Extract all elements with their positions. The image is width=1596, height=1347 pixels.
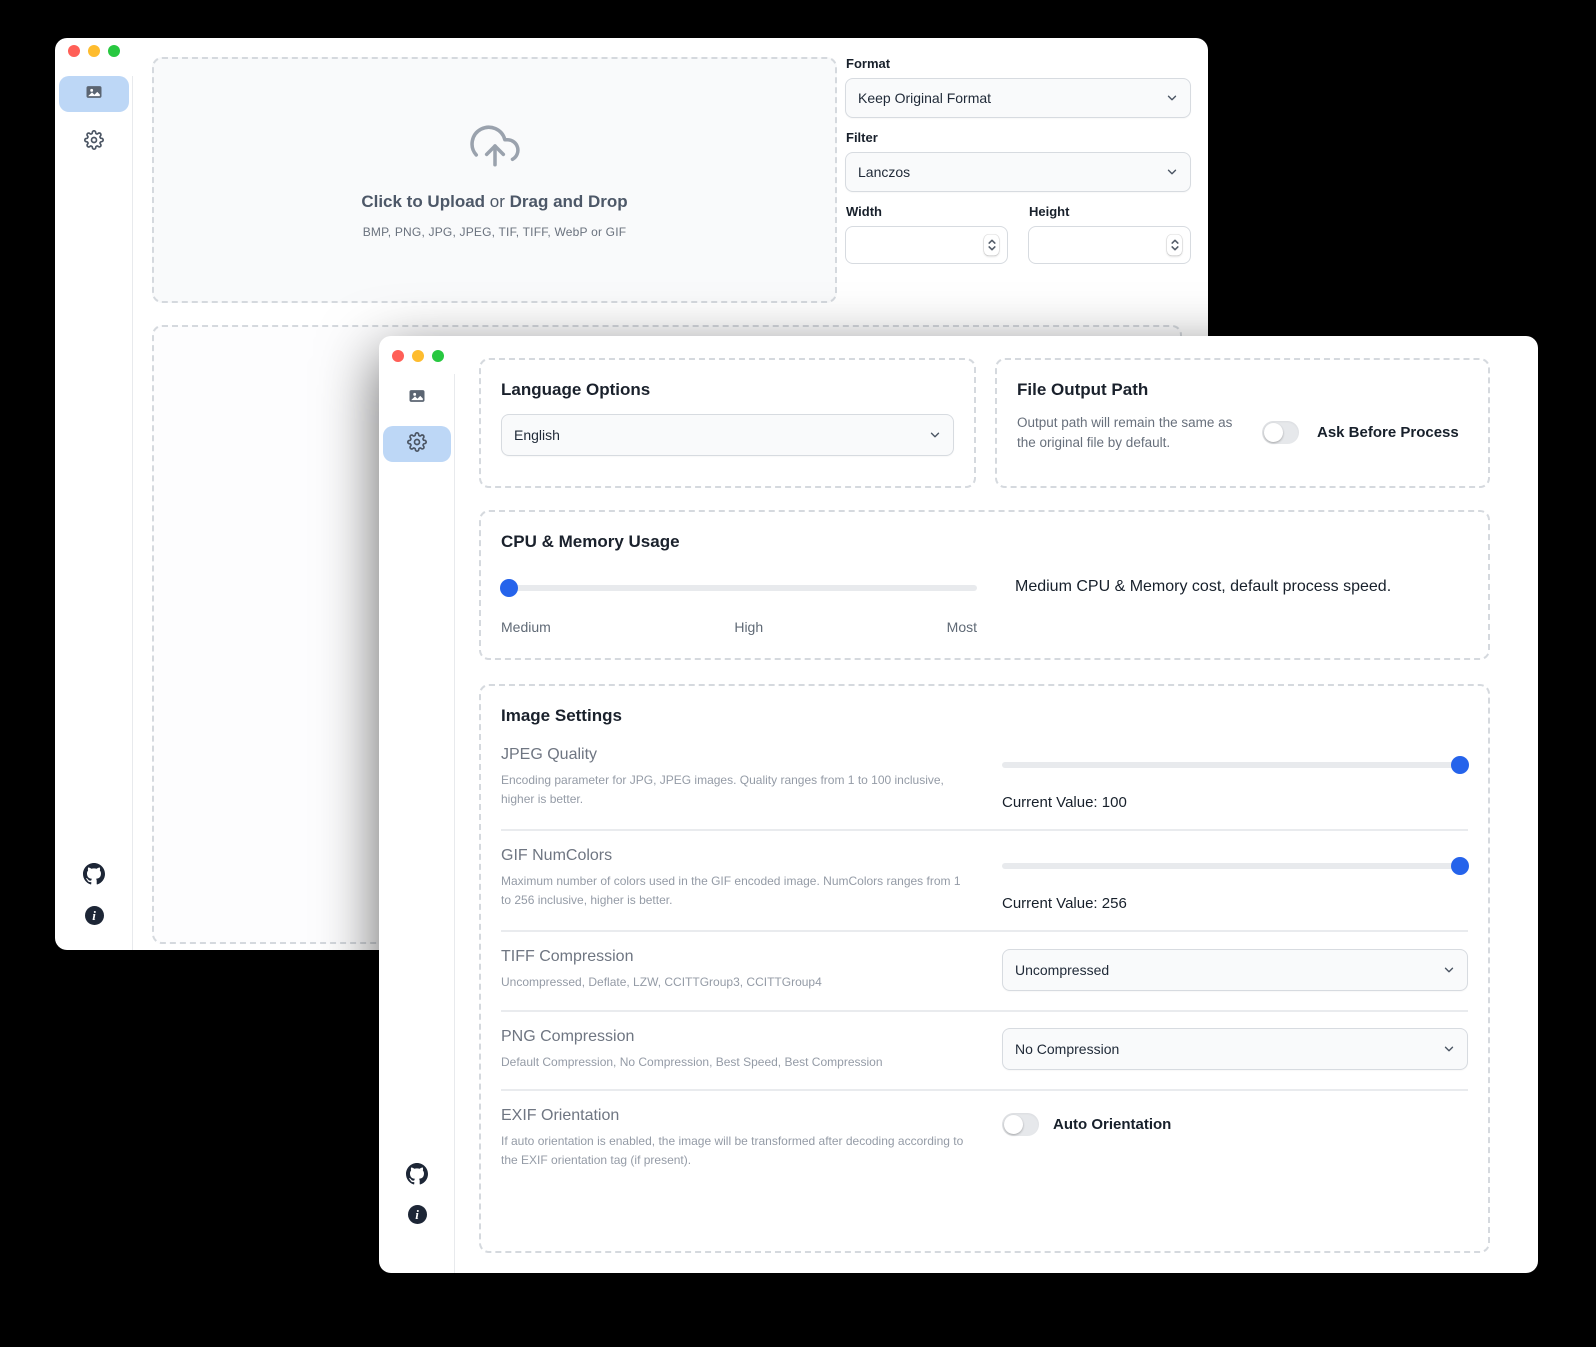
gif-numcolors-slider-thumb[interactable] bbox=[1451, 857, 1469, 875]
file-output-path-title: File Output Path bbox=[1017, 380, 1468, 400]
tiff-compression-select[interactable]: Uncompressed bbox=[1002, 949, 1468, 991]
png-compression-label: PNG Compression bbox=[501, 1028, 972, 1046]
chevron-down-icon bbox=[1165, 91, 1179, 105]
info-icon: i bbox=[85, 906, 104, 925]
upload-title-click: Click to Upload bbox=[361, 192, 485, 211]
toggle-knob bbox=[1264, 423, 1283, 442]
github-button[interactable] bbox=[404, 1162, 430, 1188]
gif-numcolors-label: GIF NumColors bbox=[501, 847, 972, 865]
png-compression-value: No Compression bbox=[1015, 1041, 1119, 1057]
cpu-status-text: Medium CPU & Memory cost, default proces… bbox=[1015, 578, 1391, 596]
github-icon bbox=[83, 863, 105, 888]
sidebar-item-settings[interactable] bbox=[383, 426, 451, 462]
format-select[interactable]: Keep Original Format bbox=[845, 78, 1191, 118]
output-path-description: Output path will remain the same as the … bbox=[1017, 413, 1244, 452]
jpeg-quality-slider[interactable] bbox=[1002, 762, 1468, 768]
sidebar-divider bbox=[132, 76, 133, 950]
sidebar: i bbox=[55, 38, 133, 950]
width-label: Width bbox=[846, 204, 1008, 219]
png-compression-select[interactable]: No Compression bbox=[1002, 1028, 1468, 1070]
gif-numcolors-row: GIF NumColors Maximum number of colors u… bbox=[501, 831, 1468, 932]
chevron-down-icon bbox=[1165, 165, 1179, 179]
sidebar-item-images[interactable] bbox=[383, 380, 451, 416]
upload-title-drag: Drag and Drop bbox=[510, 192, 628, 211]
info-button[interactable]: i bbox=[81, 902, 107, 928]
jpeg-quality-description: Encoding parameter for JPG, JPEG images.… bbox=[501, 771, 972, 808]
jpeg-quality-slider-thumb[interactable] bbox=[1451, 756, 1469, 774]
ask-before-process-label: Ask Before Process bbox=[1317, 424, 1459, 441]
auto-orientation-label: Auto Orientation bbox=[1053, 1116, 1171, 1133]
cpu-tick-medium: Medium bbox=[501, 619, 551, 635]
filter-select-value: Lanczos bbox=[858, 164, 910, 180]
jpeg-quality-row: JPEG Quality Encoding parameter for JPG,… bbox=[501, 730, 1468, 831]
chevron-down-icon bbox=[1442, 1042, 1456, 1056]
settings-window: i Language Options English File Output P… bbox=[379, 336, 1538, 1273]
language-options-title: Language Options bbox=[501, 380, 954, 400]
upload-title-or: or bbox=[485, 192, 510, 211]
tiff-compression-value: Uncompressed bbox=[1015, 962, 1109, 978]
sidebar-divider bbox=[454, 374, 455, 1273]
gear-icon bbox=[407, 432, 427, 457]
tiff-compression-row: TIFF Compression Uncompressed, Deflate, … bbox=[501, 932, 1468, 1012]
sidebar: i bbox=[379, 336, 455, 1273]
sidebar-item-images[interactable] bbox=[59, 76, 129, 112]
cpu-tick-high: High bbox=[734, 619, 763, 635]
cpu-slider-ticks: Medium High Most bbox=[501, 619, 977, 635]
github-icon bbox=[406, 1163, 428, 1188]
filter-select[interactable]: Lanczos bbox=[845, 152, 1191, 192]
sidebar-item-settings[interactable] bbox=[59, 124, 129, 160]
tiff-compression-description: Uncompressed, Deflate, LZW, CCITTGroup3,… bbox=[501, 973, 972, 992]
filter-label: Filter bbox=[846, 130, 1191, 145]
tiff-compression-label: TIFF Compression bbox=[501, 948, 972, 966]
info-button[interactable]: i bbox=[404, 1201, 430, 1227]
jpeg-quality-label: JPEG Quality bbox=[501, 746, 972, 764]
cpu-memory-card: CPU & Memory Usage Medium High Most Medi… bbox=[479, 510, 1490, 660]
language-select[interactable]: English bbox=[501, 414, 954, 456]
conversion-options-panel: Format Keep Original Format Filter Lancz… bbox=[845, 56, 1191, 264]
stepper-icon[interactable] bbox=[984, 235, 999, 256]
chevron-down-icon bbox=[928, 428, 942, 442]
png-compression-row: PNG Compression Default Compression, No … bbox=[501, 1012, 1468, 1092]
cpu-slider[interactable]: Medium High Most bbox=[501, 552, 977, 635]
cpu-slider-thumb[interactable] bbox=[500, 579, 518, 597]
format-select-value: Keep Original Format bbox=[858, 90, 991, 106]
format-label: Format bbox=[846, 56, 1191, 71]
gif-numcolors-slider[interactable] bbox=[1002, 863, 1468, 869]
upload-dropzone[interactable]: Click to Upload or Drag and Drop BMP, PN… bbox=[152, 57, 837, 303]
image-icon bbox=[407, 386, 427, 411]
jpeg-quality-current-value: Current Value: 100 bbox=[1002, 794, 1468, 811]
stepper-icon[interactable] bbox=[1167, 235, 1182, 256]
image-settings-card: Image Settings JPEG Quality Encoding par… bbox=[479, 684, 1490, 1253]
exif-orientation-description: If auto orientation is enabled, the imag… bbox=[501, 1132, 972, 1169]
image-settings-title: Image Settings bbox=[501, 706, 1468, 726]
height-label: Height bbox=[1029, 204, 1191, 219]
cpu-tick-most: Most bbox=[947, 619, 977, 635]
file-output-path-card: File Output Path Output path will remain… bbox=[995, 358, 1490, 488]
upload-supported-formats: BMP, PNG, JPG, JPEG, TIF, TIFF, WebP or … bbox=[363, 225, 627, 239]
github-button[interactable] bbox=[81, 862, 107, 888]
info-icon: i bbox=[408, 1205, 427, 1224]
upload-cloud-icon bbox=[470, 121, 520, 176]
upload-title: Click to Upload or Drag and Drop bbox=[361, 192, 627, 212]
gif-numcolors-current-value: Current Value: 256 bbox=[1002, 895, 1468, 912]
gif-numcolors-description: Maximum number of colors used in the GIF… bbox=[501, 872, 972, 909]
toggle-knob bbox=[1004, 1115, 1023, 1134]
gear-icon bbox=[84, 130, 104, 155]
exif-orientation-row: EXIF Orientation If auto orientation is … bbox=[501, 1091, 1468, 1187]
ask-before-process-toggle[interactable] bbox=[1262, 421, 1299, 444]
png-compression-description: Default Compression, No Compression, Bes… bbox=[501, 1053, 972, 1072]
language-select-value: English bbox=[514, 427, 560, 443]
chevron-down-icon bbox=[1442, 963, 1456, 977]
image-icon bbox=[84, 82, 104, 107]
language-options-card: Language Options English bbox=[479, 358, 976, 488]
cpu-memory-title: CPU & Memory Usage bbox=[501, 532, 1468, 552]
cpu-slider-track[interactable] bbox=[501, 585, 977, 591]
auto-orientation-toggle[interactable] bbox=[1002, 1113, 1039, 1136]
exif-orientation-label: EXIF Orientation bbox=[501, 1107, 972, 1125]
